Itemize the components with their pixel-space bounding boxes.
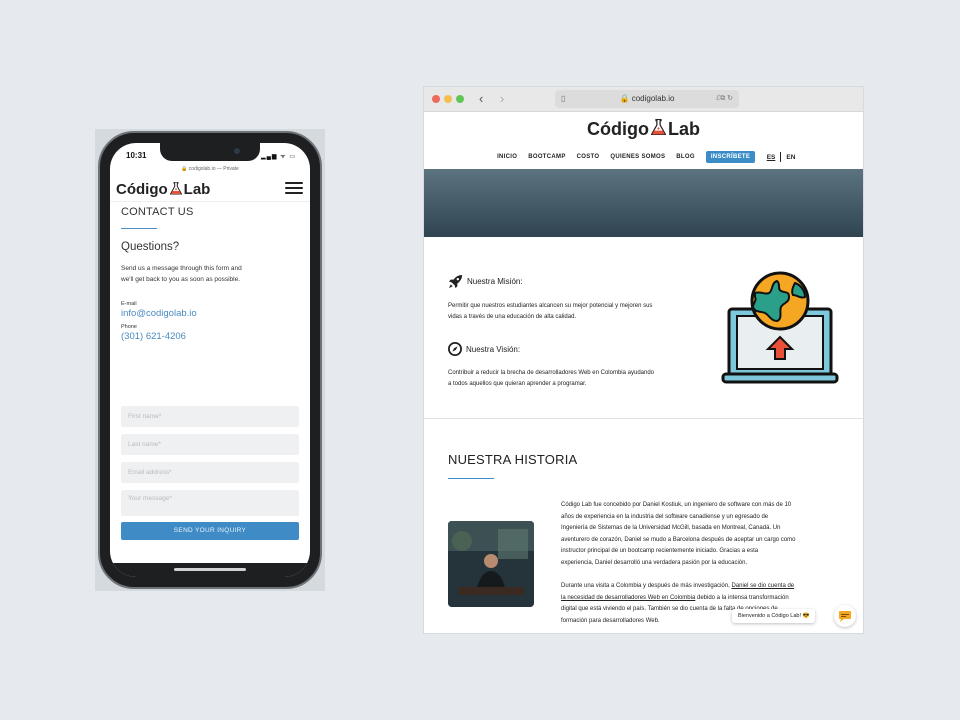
- phone-notch: [160, 143, 260, 161]
- history-heading: NUESTRA HISTORIA: [448, 452, 578, 467]
- nav-costo[interactable]: COSTO: [577, 154, 600, 160]
- phone-screen: 10:31 ▂▄▆ ᯤ ▭ 🔒 codigolab.io — Private C…: [110, 143, 310, 577]
- mobile-logo[interactable]: Código Lab: [116, 181, 210, 198]
- flask-icon: [650, 119, 666, 135]
- history-paragraph-1: Código Lab fue concebido por Daniel Kost…: [561, 500, 843, 569]
- chat-icon: [839, 611, 851, 622]
- heading-underline: [448, 478, 494, 479]
- status-icons: ▂▄▆ ᯤ ▭: [261, 154, 296, 160]
- heading-underline: [121, 228, 157, 229]
- questions-heading: Questions?: [121, 241, 180, 253]
- status-time: 10:31: [126, 151, 147, 160]
- flask-icon: [169, 182, 182, 195]
- mission-text-line: Permitir que nuestros estudiantes alcanc…: [448, 303, 653, 309]
- history-link[interactable]: la necesidad de desarrolladores Web en C…: [561, 595, 695, 601]
- vision-text-line: Contribuir a reducir la brecha de desarr…: [448, 370, 655, 376]
- history-text-line: experiencia, Daniel desarrolló una verda…: [561, 559, 748, 566]
- vision-text-line: a todos aquellos que quieran aprender a …: [448, 381, 587, 387]
- reload-icon[interactable]: ℰ⧉ ↻: [716, 90, 733, 108]
- contact-intro: Send us a message through this form and …: [121, 263, 301, 285]
- home-indicator[interactable]: [174, 568, 246, 571]
- back-arrow-icon[interactable]: ‹: [479, 91, 483, 106]
- email-label: E-mail: [121, 301, 137, 307]
- desktop-browser-window: ‹ › ▯ 🔒 codigolab.io ℰ⧉ ↻ Código Lab INIC…: [424, 87, 863, 633]
- lang-divider: [780, 152, 782, 162]
- history-text: Durante una visita a Colombia y después …: [561, 583, 732, 589]
- phone-frame: 10:31 ▂▄▆ ᯤ ▭ 🔒 codigolab.io — Private C…: [98, 131, 322, 589]
- contact-section: CONTACT US Questions? Send us a message …: [121, 203, 301, 347]
- vision-block: Nuestra Visión: Contribuir a reducir la …: [448, 342, 708, 390]
- history-text-line: años de experiencia en la industria del …: [561, 513, 769, 520]
- contact-intro-line: Send us a message through this form and: [121, 265, 242, 272]
- email-link[interactable]: info@codigolab.io: [121, 308, 301, 319]
- page-icon: ▯: [561, 94, 566, 103]
- mission-text: Permitir que nuestros estudiantes alcanc…: [448, 301, 708, 323]
- mobile-mockup: 10:31 ▂▄▆ ᯤ ▭ 🔒 codigolab.io — Private C…: [95, 129, 325, 591]
- message-field[interactable]: Your message*: [121, 490, 299, 516]
- hamburger-menu-icon[interactable]: [285, 182, 303, 195]
- address-text: codigolab.io: [631, 94, 675, 103]
- site-logo[interactable]: Código Lab: [424, 119, 863, 140]
- phone-link[interactable]: (301) 621-4206: [121, 331, 301, 342]
- vision-title: Nuestra Visión:: [466, 344, 521, 354]
- vision-text: Contribuir a reducir la brecha de desarr…: [448, 368, 708, 390]
- camera-icon: [234, 148, 240, 154]
- maximize-window-button[interactable]: [456, 95, 464, 103]
- history-text-line: Ingeniería de Sistemas de la Universidad…: [561, 525, 781, 531]
- nav-quienes-somos[interactable]: QUIENES SOMOS: [610, 154, 665, 160]
- history-text-line: Código Lab fue concebido por Daniel Kost…: [561, 502, 792, 508]
- enroll-button[interactable]: INSCRÍBETE: [705, 151, 756, 163]
- logo-text-left: Código: [587, 119, 649, 139]
- send-inquiry-button[interactable]: SEND YOUR INQUIRY: [121, 522, 299, 540]
- mission-text-line: vidas a través de una educación de alta …: [448, 314, 577, 320]
- phone-label: Phone: [121, 324, 137, 330]
- mission-block: Nuestra Misión: Permitir que nuestros es…: [448, 274, 708, 323]
- nav-blog[interactable]: BLOG: [676, 154, 695, 160]
- close-window-button[interactable]: [432, 95, 440, 103]
- hero-banner: [424, 169, 863, 237]
- logo-text-right: Lab: [183, 181, 211, 198]
- last-name-field[interactable]: Last name*: [121, 434, 299, 455]
- contact-intro-line: we'll get back to you as soon as possibl…: [121, 276, 241, 283]
- mobile-url: codigolab.io — Private: [188, 166, 239, 172]
- mobile-header: Código Lab: [110, 176, 310, 202]
- first-name-field[interactable]: First name*: [121, 406, 299, 427]
- main-nav: INICIO BOOTCAMP COSTO QUIENES SOMOS BLOG…: [424, 151, 863, 163]
- mission-title: Nuestra Misión:: [467, 277, 523, 286]
- chat-greeting-bubble[interactable]: Bienvenido a Código Lab! 😎: [732, 609, 816, 623]
- lang-en-link[interactable]: EN: [786, 154, 795, 161]
- logo-text-left: Código: [116, 181, 168, 198]
- rocket-icon: [448, 274, 463, 289]
- browser-toolbar: ‹ › ▯ 🔒 codigolab.io ℰ⧉ ↻: [424, 87, 863, 112]
- history-link[interactable]: Daniel se dio cuenta de: [731, 583, 794, 589]
- email-field[interactable]: Email address*: [121, 462, 299, 483]
- logo-text-right: Lab: [667, 119, 700, 139]
- laptop-globe-illustration: [721, 271, 839, 384]
- forward-arrow-icon[interactable]: ›: [500, 91, 504, 106]
- chat-launcher-button[interactable]: [834, 605, 856, 627]
- history-text-line: instructor principal de un bootcamp reci…: [561, 548, 759, 554]
- lang-es-link[interactable]: ES: [767, 154, 776, 161]
- minimize-window-button[interactable]: [444, 95, 452, 103]
- nav-inicio[interactable]: INICIO: [497, 154, 517, 160]
- nav-bootcamp[interactable]: BOOTCAMP: [528, 154, 565, 160]
- inquiry-form: First name* Last name* Email address* Yo…: [121, 406, 299, 540]
- history-text: debido a la intensa transformación: [695, 594, 789, 601]
- mobile-url-bar[interactable]: 🔒 codigolab.io — Private: [110, 166, 310, 172]
- founder-photo: [448, 521, 534, 607]
- contact-heading: CONTACT US: [121, 206, 194, 218]
- section-divider: [424, 418, 863, 419]
- address-bar[interactable]: ▯ 🔒 codigolab.io ℰ⧉ ↻: [555, 90, 739, 108]
- compass-icon: [448, 342, 462, 356]
- history-text-line: aventurero de corazón, Daniel se mudo a …: [561, 536, 796, 543]
